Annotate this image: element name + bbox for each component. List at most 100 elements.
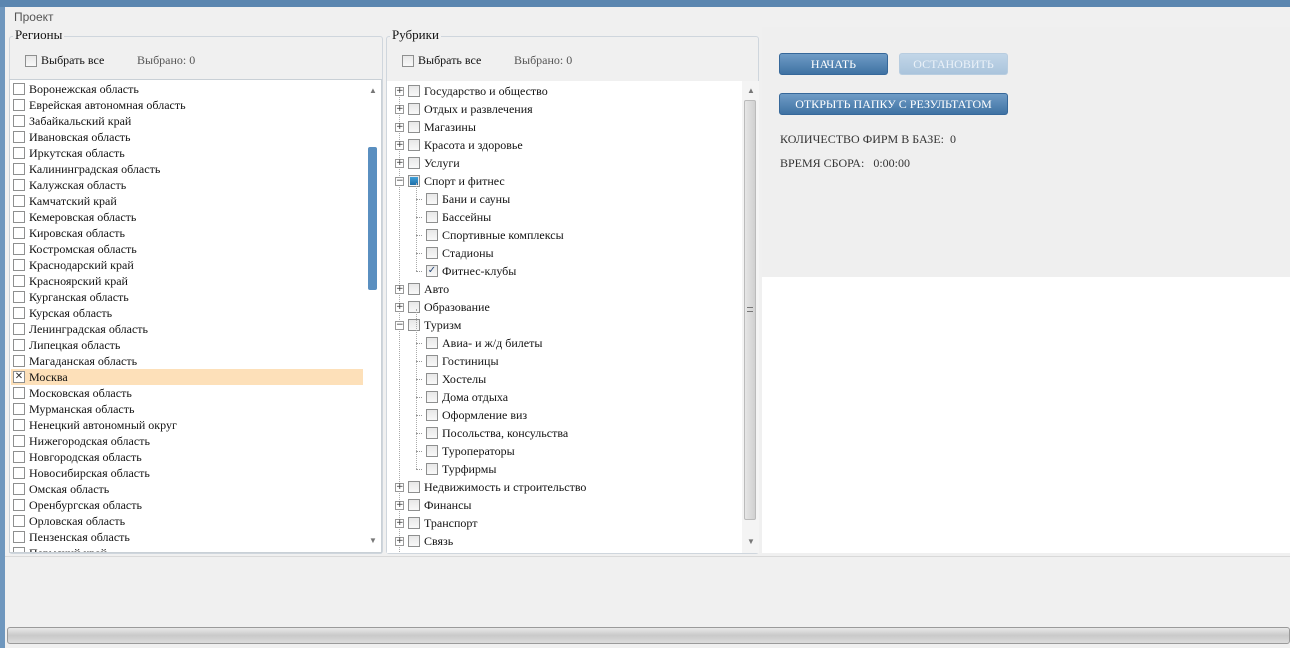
rubric-item[interactable]: Хостелы: [416, 370, 486, 388]
rubric-item[interactable]: Стадионы: [416, 244, 494, 262]
rubric-checkbox[interactable]: [426, 373, 438, 385]
expand-icon[interactable]: +: [395, 302, 404, 312]
region-checkbox[interactable]: [13, 355, 25, 367]
rubric-checkbox[interactable]: [426, 229, 438, 241]
region-checkbox[interactable]: [13, 259, 25, 271]
rubric-checkbox[interactable]: [408, 85, 420, 97]
region-item[interactable]: Калужская область: [13, 177, 126, 193]
rubrics-select-all[interactable]: Выбрать все: [402, 53, 481, 68]
regions-select-all-checkbox[interactable]: [25, 54, 37, 67]
region-checkbox[interactable]: [13, 147, 25, 159]
region-checkbox[interactable]: [13, 307, 25, 319]
region-checkbox[interactable]: [13, 227, 25, 239]
region-item[interactable]: Магаданская область: [13, 353, 137, 369]
rubric-checkbox[interactable]: [408, 103, 420, 115]
rubric-checkbox[interactable]: [426, 337, 438, 349]
expand-icon[interactable]: +: [395, 482, 404, 492]
region-item[interactable]: Новосибирская область: [13, 465, 150, 481]
scroll-up-icon[interactable]: ▲: [747, 86, 755, 95]
rubric-item[interactable]: Бани и сауны: [416, 190, 510, 208]
rubric-item[interactable]: + Авто: [395, 280, 449, 298]
regions-list[interactable]: ▲ ▼ Воронежская область Еврейская автоном…: [9, 79, 382, 553]
region-item[interactable]: Ненецкий автономный округ: [13, 417, 177, 433]
region-item[interactable]: Пермский край: [13, 545, 107, 552]
region-item[interactable]: Омская область: [13, 481, 109, 497]
region-item[interactable]: Красноярский край: [13, 273, 128, 289]
rubric-checkbox[interactable]: [426, 355, 438, 367]
region-checkbox[interactable]: [13, 435, 25, 447]
rubric-checkbox[interactable]: [426, 193, 438, 205]
region-item[interactable]: Курская область: [13, 305, 112, 321]
rubric-checkbox[interactable]: [408, 301, 420, 313]
rubric-checkbox[interactable]: [408, 481, 420, 493]
expand-icon[interactable]: +: [395, 86, 404, 96]
region-item[interactable]: Липецкая область: [13, 337, 120, 353]
region-checkbox[interactable]: [13, 403, 25, 415]
region-item[interactable]: Московская область: [13, 385, 132, 401]
rubric-item[interactable]: + Государство и общество: [395, 82, 548, 100]
regions-select-all[interactable]: Выбрать все: [25, 53, 104, 68]
rubric-item[interactable]: + Связь: [395, 532, 453, 550]
rubric-item[interactable]: Посольства, консульства: [416, 424, 568, 442]
region-item[interactable]: Кемеровская область: [13, 209, 136, 225]
rubric-item[interactable]: − Туризм: [395, 316, 461, 334]
region-item[interactable]: Калининградская область: [13, 161, 160, 177]
region-checkbox[interactable]: [13, 195, 25, 207]
region-item[interactable]: Краснодарский край: [13, 257, 134, 273]
rubric-item[interactable]: + Финансы: [395, 496, 471, 514]
region-item[interactable]: Воронежская область: [13, 81, 139, 97]
scroll-down-icon[interactable]: ▼: [747, 537, 755, 546]
rubric-checkbox[interactable]: [426, 211, 438, 223]
region-checkbox[interactable]: [13, 179, 25, 191]
scroll-up-icon[interactable]: ▲: [369, 86, 377, 95]
region-item[interactable]: Орловская область: [13, 513, 125, 529]
region-checkbox[interactable]: [13, 451, 25, 463]
rubrics-tree[interactable]: ▲ ▼ + Государство и общество + Отдых и разв…: [387, 81, 759, 553]
region-checkbox[interactable]: [13, 243, 25, 255]
rubric-item[interactable]: + Отдых и развлечения: [395, 100, 533, 118]
rubric-item[interactable]: + Недвижимость и строительство: [395, 478, 586, 496]
rubric-checkbox[interactable]: [408, 499, 420, 511]
rubrics-scroll-thumb[interactable]: [744, 100, 756, 520]
rubric-item[interactable]: − Спорт и фитнес: [395, 172, 505, 190]
region-item[interactable]: Костромская область: [13, 241, 137, 257]
rubric-checkbox[interactable]: [426, 427, 438, 439]
region-item[interactable]: Новгородская область: [13, 449, 142, 465]
region-item[interactable]: Еврейская автономная область: [13, 97, 186, 113]
rubric-checkbox[interactable]: [408, 517, 420, 529]
rubric-checkbox[interactable]: [408, 157, 420, 169]
region-checkbox[interactable]: [13, 163, 25, 175]
expand-icon[interactable]: +: [395, 122, 404, 132]
rubric-item[interactable]: + Магазины: [395, 118, 476, 136]
region-checkbox[interactable]: [13, 99, 25, 111]
rubric-item[interactable]: Спортивные комплексы: [416, 226, 564, 244]
region-checkbox[interactable]: [13, 531, 25, 543]
rubric-item[interactable]: Оформление виз: [416, 406, 527, 424]
region-checkbox[interactable]: [13, 339, 25, 351]
rubric-checkbox[interactable]: [408, 319, 420, 331]
rubric-checkbox[interactable]: [426, 247, 438, 259]
region-checkbox[interactable]: [13, 323, 25, 335]
rubric-checkbox[interactable]: [426, 409, 438, 421]
rubrics-scrollbar[interactable]: ▲ ▼: [742, 81, 759, 553]
region-checkbox[interactable]: [13, 467, 25, 479]
rubric-checkbox[interactable]: [426, 463, 438, 475]
expand-icon[interactable]: +: [395, 284, 404, 294]
region-checkbox[interactable]: [13, 131, 25, 143]
region-item[interactable]: Камчатский край: [13, 193, 117, 209]
rubric-checkbox[interactable]: [408, 139, 420, 151]
region-item[interactable]: Оренбургская область: [13, 497, 142, 513]
rubric-item[interactable]: Гостиницы: [416, 352, 499, 370]
rubric-item[interactable]: + Образование: [395, 298, 490, 316]
region-checkbox[interactable]: [13, 419, 25, 431]
rubric-checkbox[interactable]: [408, 535, 420, 547]
region-checkbox[interactable]: [13, 291, 25, 303]
region-checkbox[interactable]: [13, 515, 25, 527]
rubric-item[interactable]: Авиа- и ж/д билеты: [416, 334, 542, 352]
collapse-icon[interactable]: −: [395, 320, 404, 330]
region-checkbox[interactable]: [13, 275, 25, 287]
region-checkbox[interactable]: [13, 499, 25, 511]
rubric-item[interactable]: Дома отдыха: [416, 388, 508, 406]
rubric-checkbox[interactable]: [408, 175, 420, 187]
region-item[interactable]: Нижегородская область: [13, 433, 150, 449]
